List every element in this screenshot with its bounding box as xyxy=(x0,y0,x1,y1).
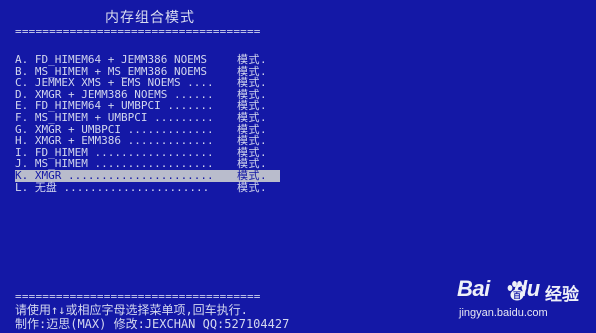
menu-item-h[interactable]: H. XMGR + EMM386 ............. 模式. xyxy=(15,135,280,147)
menu-item-l[interactable]: L. 无盘 ...................... 模式. xyxy=(15,180,280,194)
logo-text-left: Bai xyxy=(457,276,490,301)
menu-item-label: A. FD_HIMEM64 + JEMM386 NOEMS xyxy=(15,53,208,66)
menu-item-mode: 模式. xyxy=(237,180,268,194)
menu-title: 内存组合模式 xyxy=(105,10,195,26)
menu-item-label: F. MS_HIMEM + UMBPCI ......... xyxy=(15,110,214,124)
paw-logo-char: 百 xyxy=(513,291,521,300)
menu-item-mode: 模式. xyxy=(237,110,268,124)
menu-item-mode: 模式. xyxy=(237,134,268,148)
baidu-jingyan-watermark: Bai du 百 经验 jingyan.baidu.com xyxy=(451,274,591,330)
title-divider: ==================================== xyxy=(15,25,261,38)
footer-divider: ==================================== xyxy=(15,290,261,303)
menu-item-mode: 模式. xyxy=(237,53,268,66)
author-credit: 制作:迈思(MAX) 修改:JEXCHAN QQ:527104427 xyxy=(15,317,290,331)
watermark-url: jingyan.baidu.com xyxy=(459,307,548,319)
menu-item-mode: 模式. xyxy=(237,168,268,182)
memory-mode-menu: A. FD_HIMEM64 + JEMM386 NOEMS 模式. B. MS_… xyxy=(15,54,280,193)
menu-item-f[interactable]: F. MS_HIMEM + UMBPCI ......... 模式. xyxy=(15,112,280,124)
menu-item-label: L. 无盘 ...................... xyxy=(15,180,210,194)
dos-boot-menu-screen: 内存组合模式 =================================… xyxy=(0,0,596,333)
navigation-hint: 请使用↑↓或相应字母选择菜单项,回车执行. xyxy=(15,303,248,317)
menu-item-label: K. XMGR ...................... xyxy=(15,168,214,182)
menu-item-label: H. XMGR + EMM386 ............. xyxy=(15,134,214,148)
menu-item-a[interactable]: A. FD_HIMEM64 + JEMM386 NOEMS 模式. xyxy=(15,54,280,66)
menu-item-k[interactable]: K. XMGR ...................... 模式. xyxy=(15,170,280,182)
paw-icon: 百 xyxy=(507,281,527,301)
jingyan-label: 经验 xyxy=(545,285,579,305)
